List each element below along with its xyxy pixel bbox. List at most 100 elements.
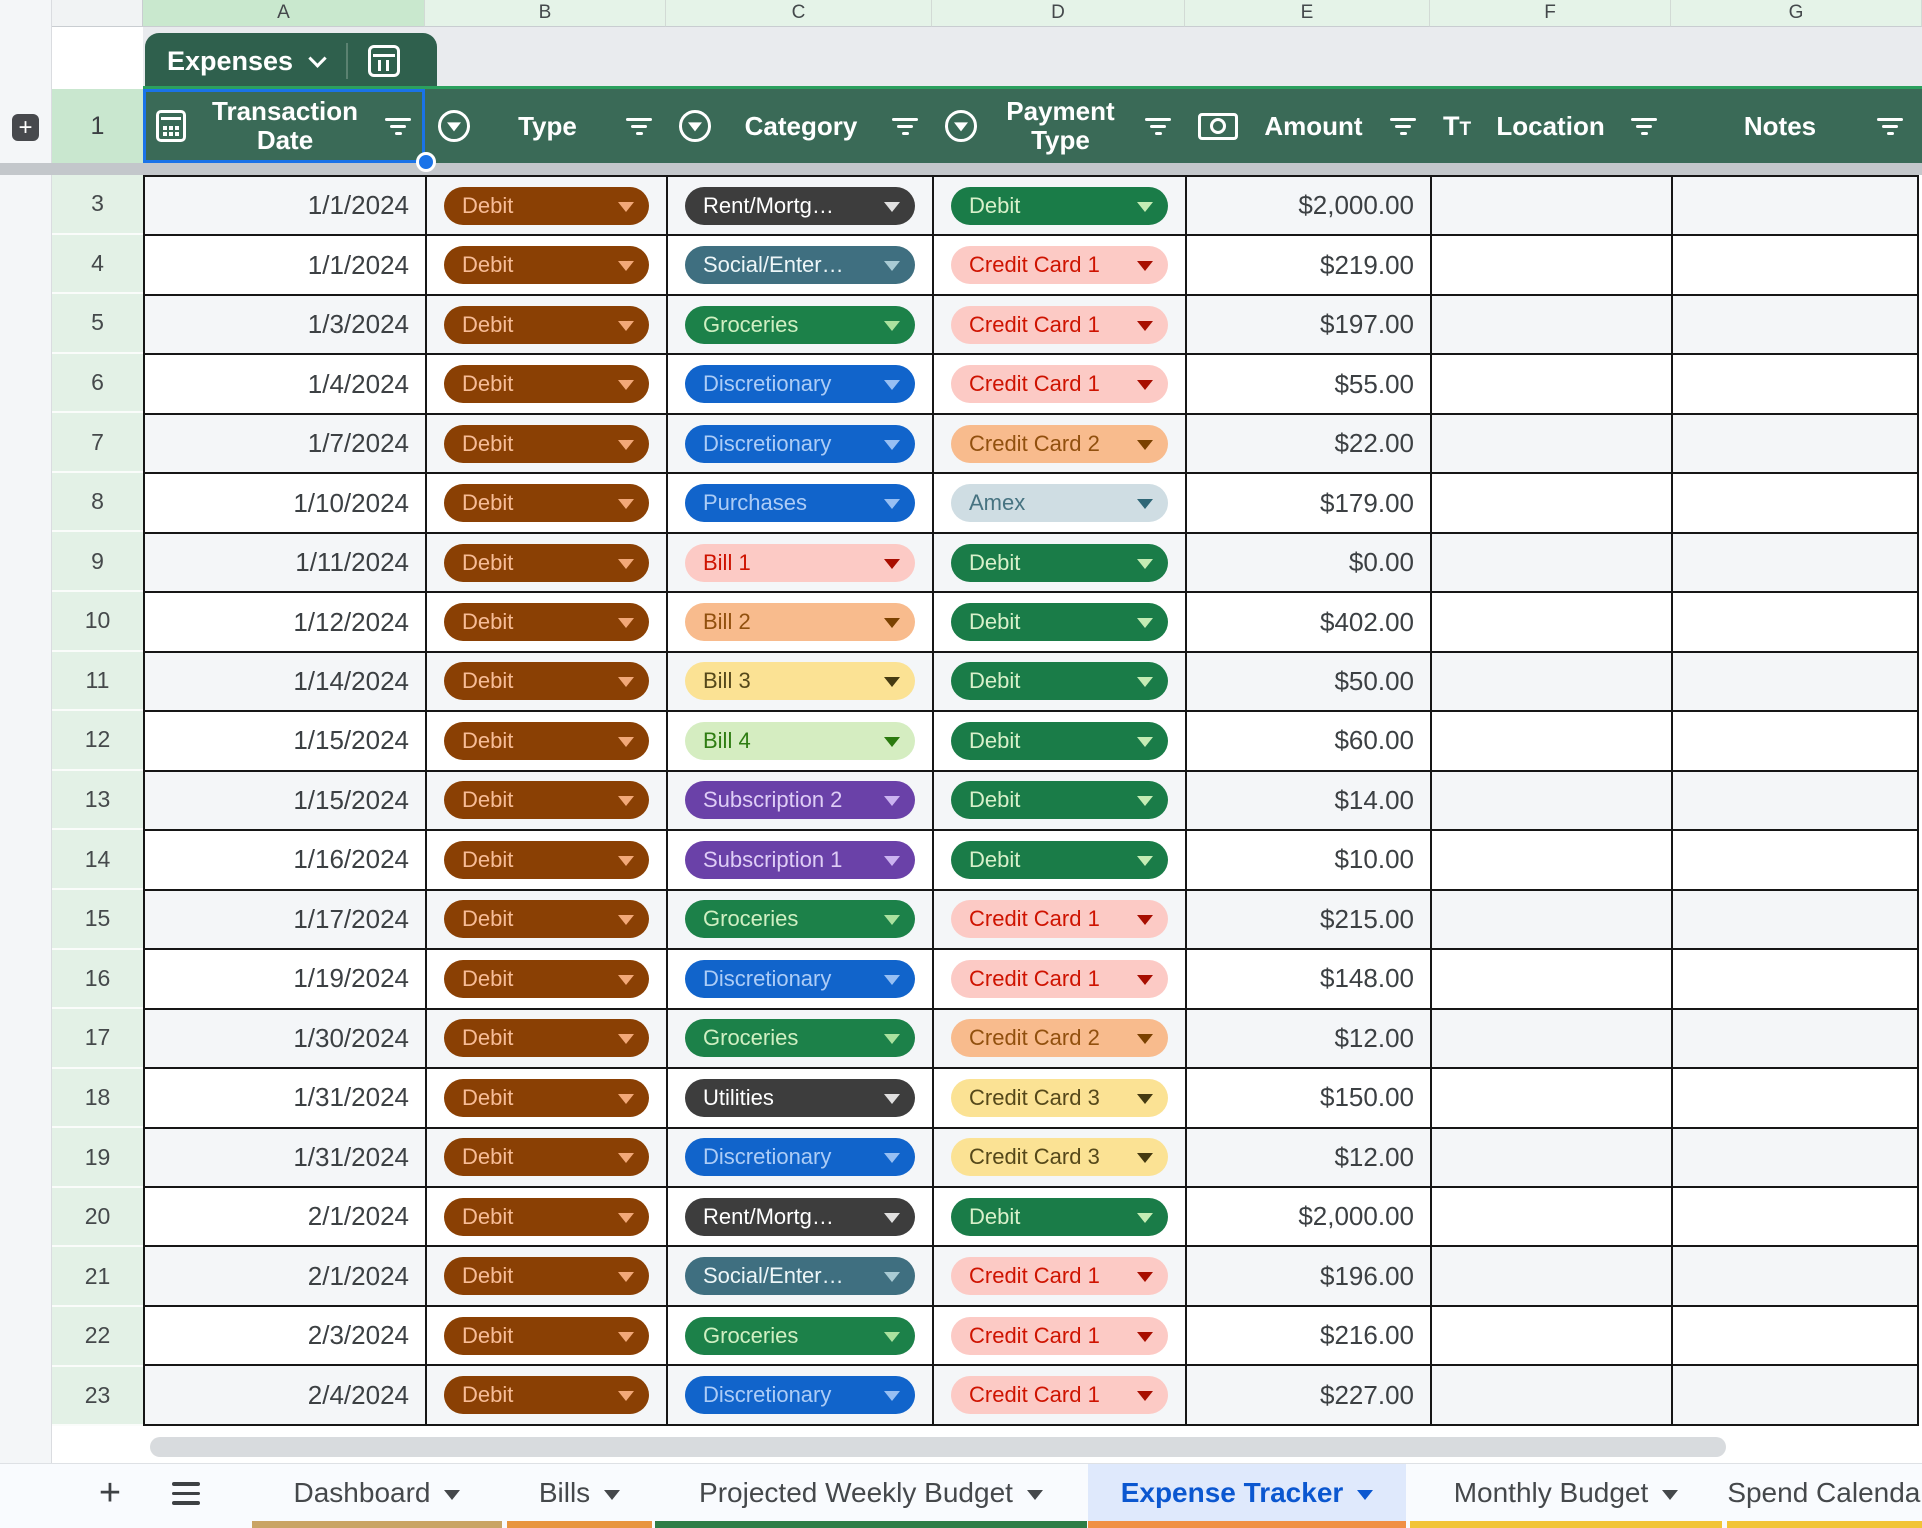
location-cell[interactable]: [1432, 236, 1673, 295]
type-chip[interactable]: Debit: [444, 781, 649, 819]
payment-cell[interactable]: Debit: [934, 653, 1187, 712]
location-cell[interactable]: [1432, 534, 1673, 593]
row-header-9[interactable]: 9: [52, 532, 143, 592]
category-chip[interactable]: Subscription 2: [685, 781, 915, 819]
payment-chip[interactable]: Credit Card 1: [951, 1317, 1168, 1355]
notes-cell[interactable]: [1673, 177, 1919, 236]
type-cell[interactable]: Debit: [427, 474, 668, 533]
column-letter-G[interactable]: G: [1671, 0, 1922, 27]
payment-cell[interactable]: Amex: [934, 474, 1187, 533]
row-header-5[interactable]: 5: [52, 294, 143, 354]
type-chip[interactable]: Debit: [444, 960, 649, 998]
type-cell[interactable]: Debit: [427, 950, 668, 1009]
notes-cell[interactable]: [1673, 772, 1919, 831]
location-cell[interactable]: [1432, 593, 1673, 652]
payment-chip[interactable]: Credit Card 1: [951, 306, 1168, 344]
date-cell[interactable]: 1/4/2024: [145, 355, 427, 414]
row-header-3[interactable]: 3: [52, 175, 143, 235]
type-cell[interactable]: Debit: [427, 1010, 668, 1069]
amount-cell[interactable]: $14.00: [1187, 772, 1432, 831]
type-cell[interactable]: Debit: [427, 1366, 668, 1425]
category-chip[interactable]: Discretionary: [685, 960, 915, 998]
sheet-tab-bills[interactable]: Bills: [507, 1464, 652, 1522]
amount-cell[interactable]: $148.00: [1187, 950, 1432, 1009]
type-chip[interactable]: Debit: [444, 841, 649, 879]
notes-cell[interactable]: [1673, 653, 1919, 712]
notes-cell[interactable]: [1673, 950, 1919, 1009]
type-chip[interactable]: Debit: [444, 1019, 649, 1057]
category-chip[interactable]: Discretionary: [685, 1376, 915, 1414]
category-chip[interactable]: Social/Enter…: [685, 246, 915, 284]
amount-cell[interactable]: $179.00: [1187, 474, 1432, 533]
date-cell[interactable]: 1/30/2024: [145, 1010, 427, 1069]
date-cell[interactable]: 1/19/2024: [145, 950, 427, 1009]
location-cell[interactable]: [1432, 950, 1673, 1009]
sheet-tab-projected-weekly-budget[interactable]: Projected Weekly Budget: [655, 1464, 1087, 1522]
column-letter-F[interactable]: F: [1430, 0, 1671, 27]
column-header-location[interactable]: TTLocation: [1430, 89, 1671, 163]
category-cell[interactable]: Groceries: [668, 1010, 934, 1069]
location-cell[interactable]: [1432, 296, 1673, 355]
payment-cell[interactable]: Credit Card 1: [934, 1366, 1187, 1425]
payment-chip[interactable]: Debit: [951, 781, 1168, 819]
date-cell[interactable]: 2/3/2024: [145, 1307, 427, 1366]
type-cell[interactable]: Debit: [427, 534, 668, 593]
row-header-4[interactable]: 4: [52, 235, 143, 295]
payment-cell[interactable]: Credit Card 3: [934, 1129, 1187, 1188]
date-cell[interactable]: 1/16/2024: [145, 831, 427, 890]
column-header-amount[interactable]: Amount: [1185, 89, 1430, 163]
category-cell[interactable]: Groceries: [668, 891, 934, 950]
category-chip[interactable]: Groceries: [685, 1317, 915, 1355]
amount-cell[interactable]: $150.00: [1187, 1069, 1432, 1128]
row-header-12[interactable]: 12: [52, 711, 143, 771]
category-cell[interactable]: Social/Enter…: [668, 1247, 934, 1306]
amount-cell[interactable]: $50.00: [1187, 653, 1432, 712]
notes-cell[interactable]: [1673, 296, 1919, 355]
category-chip[interactable]: Bill 2: [685, 603, 915, 641]
category-chip[interactable]: Rent/Mortg…: [685, 187, 915, 225]
date-cell[interactable]: 1/3/2024: [145, 296, 427, 355]
filter-icon[interactable]: [625, 118, 653, 135]
category-chip[interactable]: Bill 1: [685, 544, 915, 582]
filter-icon[interactable]: [1144, 118, 1172, 135]
row-header-23[interactable]: 23: [52, 1367, 143, 1427]
location-cell[interactable]: [1432, 1366, 1673, 1425]
payment-chip[interactable]: Debit: [951, 841, 1168, 879]
filter-icon[interactable]: [1876, 118, 1904, 135]
payment-cell[interactable]: Debit: [934, 1188, 1187, 1247]
category-cell[interactable]: Groceries: [668, 1307, 934, 1366]
date-cell[interactable]: 1/1/2024: [145, 236, 427, 295]
category-cell[interactable]: Discretionary: [668, 415, 934, 474]
column-letter-C[interactable]: C: [666, 0, 932, 27]
type-cell[interactable]: Debit: [427, 236, 668, 295]
location-cell[interactable]: [1432, 1247, 1673, 1306]
date-cell[interactable]: 2/4/2024: [145, 1366, 427, 1425]
payment-chip[interactable]: Debit: [951, 1198, 1168, 1236]
payment-cell[interactable]: Credit Card 1: [934, 1247, 1187, 1306]
column-header-notes[interactable]: Notes: [1671, 89, 1917, 163]
amount-cell[interactable]: $215.00: [1187, 891, 1432, 950]
category-cell[interactable]: Bill 4: [668, 712, 934, 771]
payment-cell[interactable]: Debit: [934, 593, 1187, 652]
notes-cell[interactable]: [1673, 236, 1919, 295]
payment-cell[interactable]: Credit Card 3: [934, 1069, 1187, 1128]
all-sheets-menu-icon[interactable]: [172, 1482, 200, 1505]
payment-chip[interactable]: Credit Card 2: [951, 425, 1168, 463]
type-chip[interactable]: Debit: [444, 1257, 649, 1295]
row-header-21[interactable]: 21: [52, 1247, 143, 1307]
location-cell[interactable]: [1432, 1188, 1673, 1247]
category-cell[interactable]: Rent/Mortg…: [668, 177, 934, 236]
payment-chip[interactable]: Amex: [951, 484, 1168, 522]
payment-cell[interactable]: Debit: [934, 534, 1187, 593]
category-chip[interactable]: Bill 4: [685, 722, 915, 760]
category-chip[interactable]: Utilities: [685, 1079, 915, 1117]
type-chip[interactable]: Debit: [444, 900, 649, 938]
category-chip[interactable]: Bill 3: [685, 662, 915, 700]
row-header-8[interactable]: 8: [52, 473, 143, 533]
category-cell[interactable]: Utilities: [668, 1069, 934, 1128]
payment-cell[interactable]: Debit: [934, 772, 1187, 831]
row-header-10[interactable]: 10: [52, 592, 143, 652]
type-chip[interactable]: Debit: [444, 722, 649, 760]
payment-chip[interactable]: Debit: [951, 603, 1168, 641]
date-cell[interactable]: 1/12/2024: [145, 593, 427, 652]
